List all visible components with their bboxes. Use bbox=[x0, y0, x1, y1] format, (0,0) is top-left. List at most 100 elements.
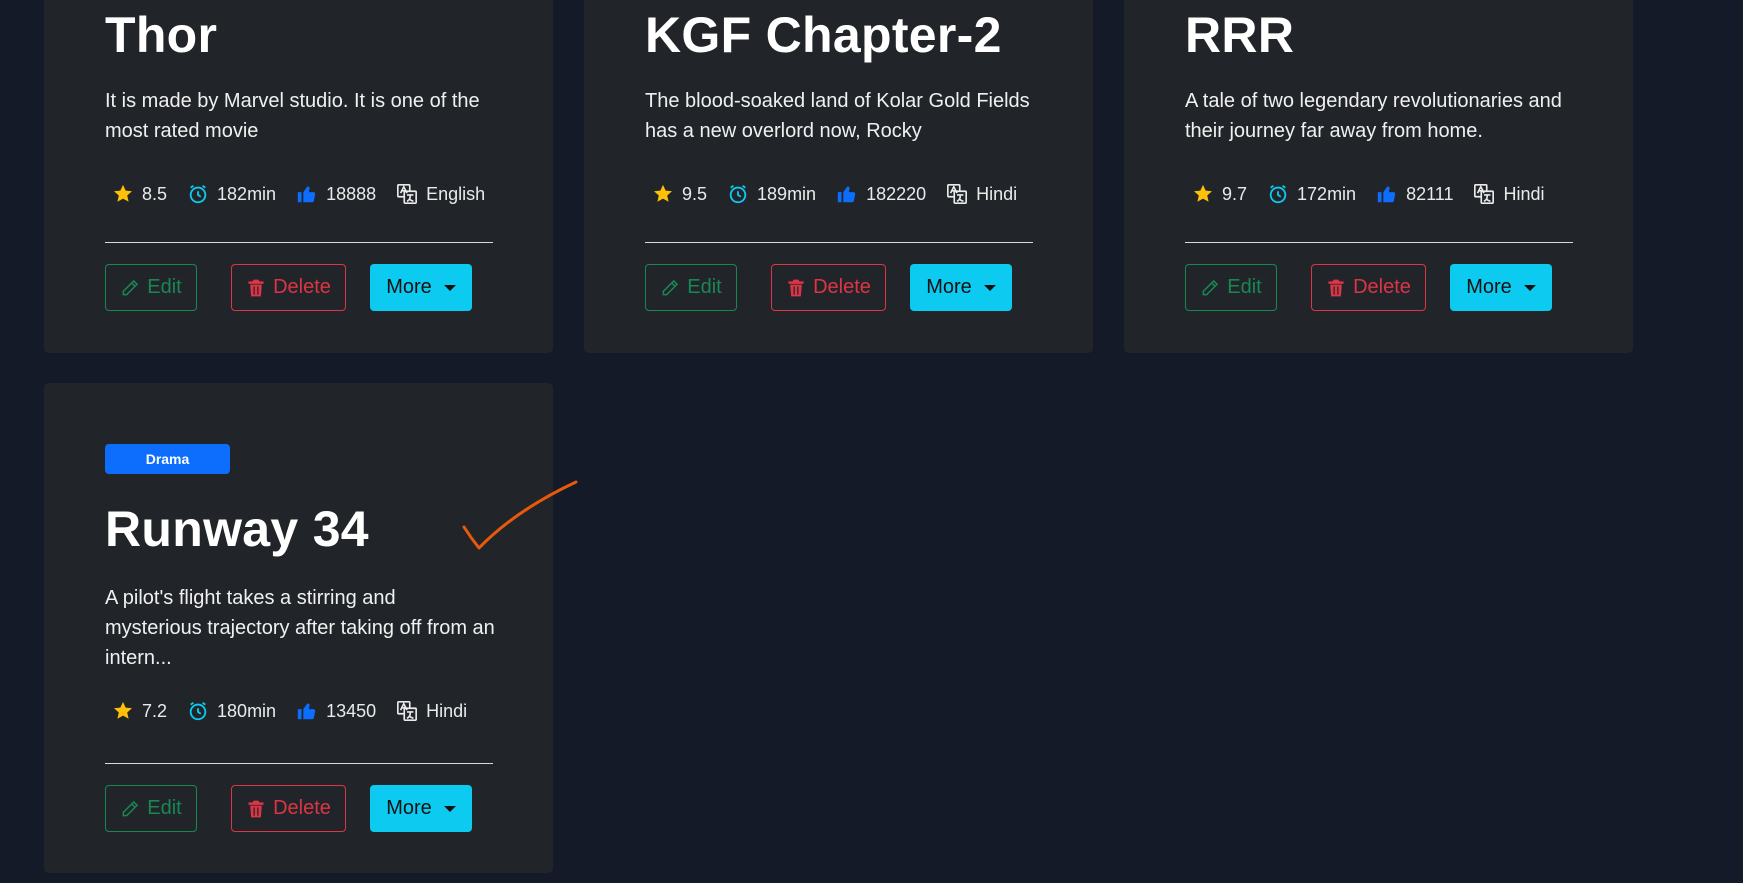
star-icon bbox=[1194, 184, 1212, 202]
likes-stat: 18888 bbox=[296, 183, 376, 205]
divider bbox=[105, 242, 493, 243]
trash-icon bbox=[788, 279, 804, 296]
language-value: Hindi bbox=[1503, 183, 1545, 204]
language-stat: Hindi bbox=[1473, 183, 1545, 205]
movie-description: The blood-soaked land of Kolar Gold Fiel… bbox=[645, 90, 1030, 142]
language-stat: Hindi bbox=[396, 700, 467, 722]
clock-icon bbox=[189, 701, 207, 721]
rating-value: 8.5 bbox=[142, 183, 168, 204]
movie-description: It is made by Marvel studio. It is one o… bbox=[105, 90, 480, 142]
movie-stats: 9.5 189min 182220 Hindi bbox=[652, 183, 1037, 205]
trash-icon bbox=[248, 279, 264, 296]
movie-card-grid: Thor It is made by Marvel studio. It is … bbox=[0, 0, 1743, 883]
duration-stat: 180min bbox=[187, 700, 276, 722]
clock-icon bbox=[729, 184, 747, 204]
edit-button[interactable]: Edit bbox=[105, 785, 197, 832]
divider bbox=[645, 242, 1033, 243]
language-value: Hindi bbox=[976, 183, 1018, 204]
delete-label: Delete bbox=[813, 276, 871, 298]
duration-value: 180min bbox=[217, 700, 277, 721]
rating-value: 9.7 bbox=[1222, 183, 1248, 204]
pencil-icon bbox=[662, 279, 679, 295]
movie-title: Runway 34 bbox=[105, 501, 369, 557]
delete-button[interactable]: Delete bbox=[1311, 264, 1426, 311]
more-dropdown-button[interactable]: More bbox=[370, 785, 472, 832]
movie-card: RRR A tale of two legendary revolutionar… bbox=[1124, 0, 1633, 353]
delete-button[interactable]: Delete bbox=[771, 264, 886, 311]
movie-title: RRR bbox=[1185, 7, 1295, 63]
divider bbox=[105, 763, 493, 764]
duration-value: 172min bbox=[1297, 183, 1357, 204]
delete-button[interactable]: Delete bbox=[231, 785, 346, 832]
edit-button[interactable]: Edit bbox=[645, 264, 737, 311]
movie-title: KGF Chapter-2 bbox=[645, 7, 1002, 63]
rating-stat: 9.5 bbox=[652, 183, 707, 205]
duration-value: 182min bbox=[217, 183, 277, 204]
likes-value: 13450 bbox=[326, 700, 377, 721]
edit-button[interactable]: Edit bbox=[1185, 264, 1277, 311]
more-label: More bbox=[1466, 276, 1512, 298]
thumbs-up-icon bbox=[297, 186, 316, 203]
movie-card: Drama Runway 34 A pilot's flight takes a… bbox=[44, 383, 553, 873]
delete-button[interactable]: Delete bbox=[231, 264, 346, 311]
pencil-icon bbox=[1202, 279, 1219, 295]
thumbs-up-icon bbox=[297, 703, 316, 720]
rating-value: 7.2 bbox=[142, 700, 168, 721]
delete-label: Delete bbox=[1353, 276, 1411, 298]
edit-label: Edit bbox=[1227, 276, 1262, 298]
translate-icon bbox=[947, 184, 968, 204]
movie-title: Thor bbox=[105, 7, 218, 63]
thumbs-up-icon bbox=[837, 186, 856, 203]
language-stat: English bbox=[396, 183, 485, 205]
star-icon bbox=[114, 184, 132, 202]
movie-stats: 9.7 172min 82111 Hindi bbox=[1192, 183, 1565, 205]
star-icon bbox=[114, 701, 132, 719]
more-label: More bbox=[926, 276, 972, 298]
translate-icon bbox=[1474, 184, 1495, 204]
likes-stat: 182220 bbox=[836, 183, 926, 205]
rating-value: 9.5 bbox=[682, 183, 708, 204]
edit-label: Edit bbox=[687, 276, 722, 298]
movie-description: A pilot's flight takes a stirring and my… bbox=[105, 587, 495, 669]
translate-icon bbox=[397, 184, 418, 204]
star-icon bbox=[654, 184, 672, 202]
trash-icon bbox=[1328, 279, 1344, 296]
duration-stat: 189min bbox=[727, 183, 816, 205]
delete-label: Delete bbox=[273, 276, 331, 298]
pencil-icon bbox=[122, 800, 139, 816]
divider bbox=[1185, 242, 1573, 243]
caret-down-icon bbox=[443, 284, 456, 291]
likes-value: 82111 bbox=[1406, 183, 1454, 204]
movie-stats: 7.2 180min 13450 Hindi bbox=[112, 700, 487, 722]
rating-stat: 7.2 bbox=[112, 700, 167, 722]
trash-icon bbox=[248, 800, 264, 817]
language-stat: Hindi bbox=[946, 183, 1017, 205]
delete-label: Delete bbox=[273, 797, 331, 819]
more-dropdown-button[interactable]: More bbox=[910, 264, 1012, 311]
likes-value: 182220 bbox=[866, 183, 927, 204]
rating-stat: 9.7 bbox=[1192, 183, 1247, 205]
clock-icon bbox=[189, 184, 207, 204]
movie-stats: 8.5 182min 18888 English bbox=[112, 183, 505, 205]
likes-stat: 13450 bbox=[296, 700, 376, 722]
more-dropdown-button[interactable]: More bbox=[1450, 264, 1552, 311]
rating-stat: 8.5 bbox=[112, 183, 167, 205]
likes-value: 18888 bbox=[326, 183, 377, 204]
clock-icon bbox=[1269, 184, 1287, 204]
edit-label: Edit bbox=[147, 797, 182, 819]
more-dropdown-button[interactable]: More bbox=[370, 264, 472, 311]
movie-card: Thor It is made by Marvel studio. It is … bbox=[44, 0, 553, 353]
movie-card: KGF Chapter-2 The blood-soaked land of K… bbox=[584, 0, 1093, 353]
translate-icon bbox=[397, 701, 418, 721]
caret-down-icon bbox=[443, 805, 456, 812]
thumbs-up-icon bbox=[1377, 186, 1396, 203]
language-value: English bbox=[426, 183, 486, 204]
edit-label: Edit bbox=[147, 276, 182, 298]
duration-stat: 182min bbox=[187, 183, 276, 205]
caret-down-icon bbox=[1523, 284, 1536, 291]
genre-badge: Drama bbox=[105, 444, 230, 474]
edit-button[interactable]: Edit bbox=[105, 264, 197, 311]
checkmark-annotation bbox=[462, 480, 578, 550]
more-label: More bbox=[386, 797, 432, 819]
duration-value: 189min bbox=[757, 183, 817, 204]
